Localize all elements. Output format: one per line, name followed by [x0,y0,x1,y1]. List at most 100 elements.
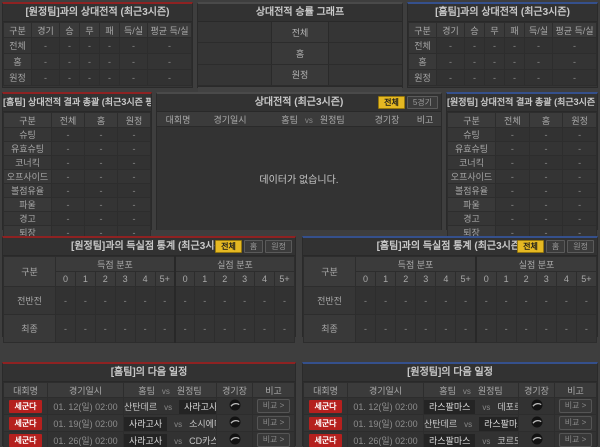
stat-cell: - [435,286,457,315]
stat-cell: - [562,197,597,212]
league-cell: 세군다 [303,414,348,432]
column-header: 대회명 [3,382,48,398]
column-header: 구분 [447,112,496,128]
away-column-label: 원정팀 [319,114,345,125]
column-header: 1 [375,271,397,287]
compare-button[interactable]: 비교 > [256,416,291,430]
stat-cell: - [552,53,597,70]
away-column-label: 원정팀 [477,385,503,396]
stat-cell: - [254,286,275,315]
filter-all-button[interactable]: 전체 [378,96,405,109]
summary-row: 파울 - - - [3,197,151,212]
column-header: 대회명 [303,382,348,398]
row-label: 유효슈팅 [3,141,52,156]
row-label: 코너킥 [447,155,496,170]
away-team-name: 데포르티보L [497,401,517,412]
filter-all-button[interactable]: 전체 [517,240,544,253]
stat-cell: - [375,286,397,315]
stat-cell: - [51,141,85,156]
filter-home-button[interactable]: 홈 [545,240,566,253]
column-header: 3 [415,271,437,287]
stat-cell: - [562,155,597,170]
stat-cell: - [51,197,85,212]
group-header-goals-for: 득점 분포 [354,256,477,272]
stadium-icon[interactable] [229,433,241,447]
stat-cell: - [51,127,85,142]
compare-button[interactable]: 비교 > [558,399,593,413]
stat-cell: - [94,286,116,315]
row-label: 오프사이드 [3,169,52,184]
filter-5games-button[interactable]: 5경기 [406,96,438,109]
stat-cell: - [524,53,553,70]
filter-home-button[interactable]: 홈 [243,240,264,253]
compare-cell: 비교 > [252,431,295,447]
filter-all-button[interactable]: 전체 [215,240,242,253]
vs-label: vs [462,386,471,396]
away-team-name: 사라고사 [179,399,216,414]
stat-cell: - [134,286,156,315]
summary-row: 볼점유율 - - - [447,183,597,198]
record-table: 구분 경기 승 무 패 득/실 평균 득/실 전체 - - - - - - 홈 … [408,22,597,86]
filter-away-button[interactable]: 원정 [265,240,292,253]
row-label: 전반전 [3,286,56,315]
column-header: 전체 [51,112,85,128]
stat-cell: - [194,314,216,343]
compare-button[interactable]: 비교 > [256,399,291,413]
panel-title-text: [홈팀]과의 득실점 통계 (최근3시즌) [376,241,524,252]
column-header: 경기장 [518,382,555,398]
stat-cell: - [528,141,564,156]
compare-button[interactable]: 비교 > [256,433,291,447]
vs-label: vs [174,419,183,429]
goal-stats-table: 구분 득점 분포 실점 분포 0 1 2 3 4 5+ 0 1 2 3 4 5+ [303,256,598,343]
summary-row: 오프사이드 - - - [3,169,151,184]
column-header: 무 [484,22,505,38]
filter-away-button[interactable]: 원정 [567,240,594,253]
match-cell: 사라고사 vs CD카스테욘 [123,431,217,447]
stadium-icon[interactable] [531,433,543,447]
stat-cell: - [562,141,597,156]
column-header: 구분 [408,22,437,38]
stat-cell: - [134,314,156,343]
stat-cell: - [59,53,80,70]
summary-row: 코너킥 - - - [3,155,151,170]
compare-button[interactable]: 비교 > [558,433,593,447]
empty-message: 데이터가 없습니다. [259,175,339,186]
stat-cell: - [117,197,151,212]
panel-title-text: [원정팀]과의 득실점 통계 (최근3시즌) [70,241,228,252]
stat-cell: - [504,53,525,70]
away-column-label: 원정팀 [176,385,202,396]
stat-cell: - [455,286,477,315]
league-badge: 세군다 [309,433,342,447]
compare-cell: 비교 > [554,431,597,447]
stat-cell: - [117,169,151,184]
panel-title: [원정팀]의 다음 일정 [303,364,597,382]
stadium-icon[interactable] [229,399,241,413]
summary-table: 구분 전체 홈 원정 슈팅 - - - 유효슈팅 - - - 코너킥 - - -… [447,112,597,240]
stadium-icon[interactable] [531,416,543,430]
stadium-icon[interactable] [229,416,241,430]
stat-cell: - [562,127,597,142]
stadium-icon[interactable] [531,399,543,413]
stat-cell: - [59,69,80,86]
stat-cell: - [74,286,96,315]
compare-button[interactable]: 비교 > [558,416,593,430]
column-header: 5+ [575,271,598,287]
stat-cell: - [552,69,597,86]
stat-cell: - [464,53,485,70]
stat-cell: - [528,127,564,142]
stat-cell: - [99,37,120,54]
column-header: 경기장 [374,114,400,125]
column-header: 1 [194,271,216,287]
graph-row: 홈 [198,43,402,65]
vs-label: vs [464,419,473,429]
column-header: 득/실 [524,22,553,38]
column-header: 2 [214,271,236,287]
column-header: 경기일시 [47,382,124,398]
panel-record-vs-awayteam: [원정팀]과의 상대전적 (최근3시즌) 구분 경기 승 무 패 득/실 평균 … [2,2,193,88]
column-header: 홈 [84,112,118,128]
stat-cell: - [79,53,100,70]
stat-cell: - [515,314,537,343]
stat-cell: - [94,314,116,343]
match-datetime: 01. 12(일) 02:00 [47,397,124,415]
summary-row: 유효슈팅 - - - [3,141,151,156]
